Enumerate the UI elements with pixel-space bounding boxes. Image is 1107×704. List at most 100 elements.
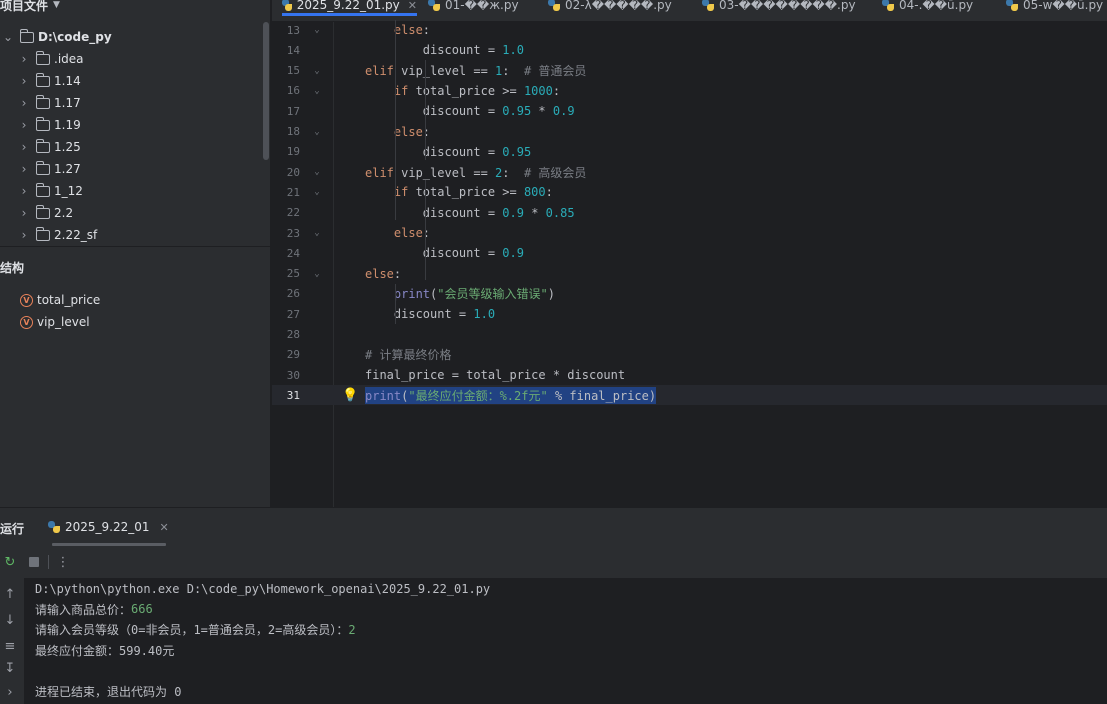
- tree-item-folder[interactable]: › 1.17: [18, 92, 81, 114]
- code-line[interactable]: 28: [272, 325, 1107, 345]
- python-file-icon: [282, 0, 292, 11]
- console-text: 进程已结束，退出代码为 0: [35, 684, 182, 699]
- code-text: elif vip_level == 1: # 普通会员: [365, 62, 586, 79]
- tree-item-folder[interactable]: › 1.27: [18, 158, 81, 180]
- chevron-right-icon[interactable]: ›: [0, 682, 20, 702]
- tree-item-label: 1.25: [54, 140, 81, 154]
- code-token: print: [365, 388, 402, 403]
- chevron-right-icon[interactable]: ›: [18, 96, 30, 110]
- console-output[interactable]: D:\python\python.exe D:\code_py\Homework…: [24, 578, 1107, 704]
- project-scrollbar[interactable]: [263, 22, 269, 160]
- editor-tab[interactable]: 02-λ�����.py: [548, 0, 672, 16]
- tree-item-label: 1.19: [54, 118, 81, 132]
- chevron-right-icon[interactable]: ›: [18, 140, 30, 154]
- chevron-right-icon[interactable]: ›: [18, 184, 30, 198]
- fold-icon[interactable]: ⌄: [300, 25, 334, 35]
- line-number: 18: [286, 125, 300, 138]
- code-line[interactable]: 18 ⌄ else:: [272, 122, 1107, 142]
- code-line[interactable]: 17 discount = 0.95 * 0.9: [272, 101, 1107, 121]
- stop-icon[interactable]: [24, 552, 44, 572]
- code-line[interactable]: 26 print("会员等级输入错误"): [272, 284, 1107, 304]
- rerun-icon[interactable]: ↻: [0, 552, 20, 572]
- fold-icon[interactable]: ⌄: [300, 86, 334, 96]
- run-tab[interactable]: 2025_9.22_01 ✕: [48, 520, 169, 534]
- folder-icon: [35, 116, 50, 131]
- chevron-right-icon[interactable]: ›: [18, 74, 30, 88]
- editor-tab[interactable]: 05-w��ū.py: [1006, 0, 1103, 16]
- run-panel-title: 运行: [0, 522, 25, 536]
- code-token: total_price >=: [415, 185, 524, 200]
- tree-item-folder[interactable]: › 1.19: [18, 114, 81, 136]
- code-line[interactable]: 22 discount = 0.9 * 0.85: [272, 203, 1107, 223]
- line-number: 16: [286, 84, 300, 98]
- code-line[interactable]: 13 ⌄ else:: [272, 20, 1107, 40]
- code-line[interactable]: 20 ⌄ elif vip_level == 2: # 高级会员: [272, 162, 1107, 182]
- editor-tab[interactable]: 04-.��ū.py: [882, 0, 973, 16]
- code-token: 0.95: [502, 104, 532, 119]
- code-token: 0.9: [552, 104, 575, 119]
- chevron-right-icon[interactable]: ›: [18, 52, 30, 66]
- tree-item-folder[interactable]: › 1.25: [18, 136, 81, 158]
- scroll-to-end-icon[interactable]: ↧: [0, 658, 20, 678]
- soft-wrap-icon[interactable]: ≡: [0, 636, 20, 656]
- editor-tab[interactable]: 03-��������.py: [702, 0, 856, 16]
- code-line[interactable]: 21 ⌄ if total_price >= 800:: [272, 182, 1107, 202]
- arrow-up-icon[interactable]: ↑: [0, 584, 20, 604]
- code-line[interactable]: 19 discount = 0.95: [272, 142, 1107, 162]
- chevron-down-icon[interactable]: ⌄: [2, 30, 14, 44]
- more-options-icon[interactable]: ⋮: [53, 552, 73, 572]
- structure-item[interactable]: Vvip_level: [20, 312, 90, 332]
- tree-item-folder[interactable]: › .idea: [18, 48, 84, 70]
- editor-tab[interactable]: 2025_9.22_01.py ✕: [282, 0, 417, 16]
- code-line[interactable]: 30 final_price = total_price * discount: [272, 365, 1107, 385]
- tree-item-folder[interactable]: › 2.22_sf: [18, 224, 97, 246]
- code-line[interactable]: 25 ⌄ else:: [272, 264, 1107, 284]
- fold-icon[interactable]: ⌄: [300, 228, 334, 238]
- close-icon[interactable]: ✕: [160, 521, 169, 534]
- console-line: 进程已结束，退出代码为 0: [35, 681, 181, 701]
- fold-icon[interactable]: ⌄: [300, 127, 334, 137]
- fold-icon[interactable]: ⌄: [300, 66, 334, 76]
- tree-item-root[interactable]: ⌄ D:\code_py: [2, 26, 112, 48]
- code-line[interactable]: 16 ⌄ if total_price >= 1000:: [272, 81, 1107, 101]
- run-header: 运行 2025_9.22_01 ✕: [0, 508, 1107, 546]
- run-tab-label: 2025_9.22_01: [65, 520, 150, 534]
- code-line[interactable]: 24 discount = 0.9: [272, 243, 1107, 263]
- code-line[interactable]: 14 discount = 1.0: [272, 40, 1107, 60]
- code-line[interactable]: 31 print("最终应付金额：%.2f元" % final_price) 💡: [272, 385, 1107, 406]
- code-line[interactable]: 27 discount = 1.0: [272, 304, 1107, 324]
- code-editor[interactable]: 2025_9.22_01.py ✕ 01-��ж.py 02-λ�����.py 03-…: [272, 0, 1107, 507]
- console-line: 请输入会员等级（0=非会员，1=普通会员，2=高级会员）： 2: [35, 620, 356, 640]
- code-line[interactable]: 29 # 计算最终价格: [272, 345, 1107, 365]
- chevron-right-icon[interactable]: ›: [18, 162, 30, 176]
- lightbulb-icon[interactable]: 💡: [342, 388, 358, 403]
- editor-tab[interactable]: 01-��ж.py: [428, 0, 519, 16]
- chevron-right-icon[interactable]: ›: [18, 206, 30, 220]
- code-line[interactable]: 15 ⌄ elif vip_level == 1: # 普通会员: [272, 61, 1107, 81]
- tree-item-folder[interactable]: › 1.14: [18, 70, 81, 92]
- fold-icon[interactable]: ⌄: [300, 167, 334, 177]
- fold-icon[interactable]: ⌄: [300, 269, 334, 279]
- editor-tab-label: 04-.��ū.py: [899, 0, 974, 12]
- editor-tab-label: 02-λ�����.py: [565, 0, 672, 12]
- tree-item-folder[interactable]: › 1_12: [18, 180, 83, 202]
- code-token: :: [502, 165, 524, 180]
- chevron-right-icon[interactable]: ›: [18, 118, 30, 132]
- code-token: 800: [523, 185, 546, 200]
- console-user-input: 666: [131, 602, 153, 617]
- code-text: discount = 0.9 * 0.85: [365, 206, 575, 220]
- code-text: discount = 0.95 * 0.9: [365, 104, 575, 118]
- close-icon[interactable]: ✕: [408, 0, 417, 12]
- tree-item-folder[interactable]: › 2.2: [18, 202, 73, 224]
- project-view-selector[interactable]: 项目文件 ▼: [0, 0, 60, 13]
- structure-item[interactable]: Vtotal_price: [20, 290, 100, 310]
- indent-guide: [425, 180, 426, 280]
- arrow-down-icon[interactable]: ↓: [0, 610, 20, 630]
- code-token: discount =: [365, 104, 503, 119]
- chevron-right-icon[interactable]: ›: [18, 228, 30, 242]
- folder-icon: [35, 182, 50, 197]
- folder-icon: [35, 226, 50, 241]
- code-line[interactable]: 23 ⌄ else:: [272, 223, 1107, 243]
- line-number: 19: [286, 145, 300, 159]
- fold-icon[interactable]: ⌄: [300, 187, 334, 197]
